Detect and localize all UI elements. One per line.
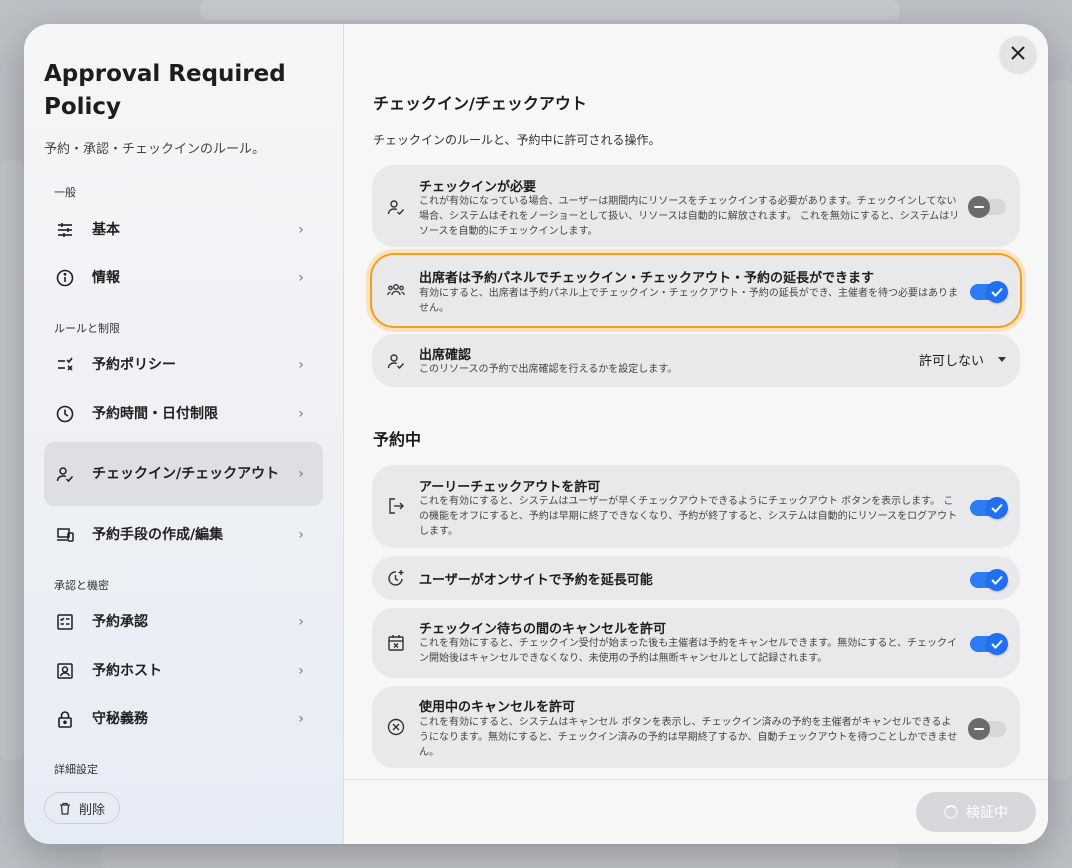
cancel-awaiting-toggle[interactable] (970, 633, 1008, 655)
chevron-right-icon: › (298, 663, 304, 679)
sidebar-item-label: 予約時間・日付制限 (92, 405, 218, 422)
chevron-right-icon: › (298, 406, 304, 422)
delete-label: 削除 (79, 802, 106, 818)
toggle-off-knob (968, 196, 990, 218)
setting-card-cancel-awaiting: チェックイン待ちの間のキャンセルを許可 これを有効にすると、チェックイン受付が始… (372, 608, 1020, 678)
select-value: 許可しない (918, 354, 984, 369)
sidebar-item-label: チェックイン/チェックアウト (92, 465, 280, 482)
setting-description: これを有効にすると、チェックイン受付が始まった後も主催者は予約をキャンセルできま… (419, 638, 957, 664)
policy-title: Approval Required Policy (44, 61, 286, 120)
attendee-panel-toggle[interactable] (970, 281, 1008, 303)
sidebar-item-label: 予約手段の作成/編集 (92, 526, 224, 543)
section-label-general: 一般 (54, 186, 76, 199)
check-icon (986, 633, 1008, 655)
devices-icon (54, 524, 76, 546)
close-icon (1011, 45, 1025, 64)
setting-title: ユーザーがオンサイトで予約を延長可能 (419, 573, 653, 588)
chevron-right-icon: › (298, 614, 304, 630)
sidebar-item-booking-approval[interactable]: 予約承認 › (44, 604, 323, 640)
sliders-icon (54, 219, 76, 241)
sidebar-item-booking-policy[interactable]: 予約ポリシー › (44, 347, 323, 383)
sidebar-item-confidentiality[interactable]: 守秘義務 › (44, 701, 323, 737)
setting-card-early-checkout: アーリーチェックアウトを許可 これを有効にすると、システムはユーザーが早くチェッ… (372, 465, 1020, 548)
chevron-right-icon: › (298, 357, 304, 373)
setting-title: アーリーチェックアウトを許可 (419, 480, 601, 495)
person-check-icon (386, 197, 406, 217)
setting-card-attendee-panel: 出席者は予約パネルでチェックイン・チェックアウト・予約の延長ができます 有効にす… (372, 255, 1020, 326)
sidebar-item-booking-methods[interactable]: 予約手段の作成/編集 › (44, 517, 323, 553)
approval-icon (54, 611, 76, 633)
setting-description: これが有効になっている場合、ユーザーは期間内にリソースをチェックインする必要があ… (419, 196, 960, 237)
attendance-confirm-select[interactable]: 許可しない (919, 350, 1006, 369)
setting-description: これを有効にすると、システムはユーザーが早くチェックアウトできるようにチェックア… (419, 496, 958, 537)
group-icon (386, 280, 406, 300)
chevron-right-icon: › (298, 270, 304, 286)
policy-modal: Approval Required Policy 予約・承認・チェックインのルー… (24, 24, 1048, 844)
clock-icon (54, 403, 76, 425)
setting-title: 出席者は予約パネルでチェックイン・チェックアウト・予約の延長ができます (419, 271, 875, 286)
setting-title: 出席確認 (419, 348, 472, 363)
checkin-required-toggle[interactable] (968, 196, 1006, 218)
sidebar-item-info[interactable]: 情報 › (44, 260, 323, 296)
setting-description: 有効にすると、出席者は予約パネル上でチェックイン・チェックアウト・予約の延長がで… (419, 288, 958, 314)
cancel-in-use-toggle[interactable] (968, 718, 1006, 740)
sidebar-item-label: 情報 (92, 269, 120, 286)
circle-x-icon (386, 717, 406, 737)
spinner-icon (944, 805, 958, 819)
caret-down-icon (998, 357, 1006, 362)
setting-title: チェックイン待ちの間のキャンセルを許可 (419, 622, 667, 637)
clock-plus-icon (386, 568, 406, 588)
sidebar-item-label: 基本 (92, 221, 120, 238)
setting-description: これを有効にすると、システムはキャンセル ボタンを表示し、チェックイン済みの予約… (419, 717, 958, 758)
section-title-checkin: チェックイン/チェックアウト (373, 94, 587, 113)
lock-icon (54, 708, 76, 730)
delete-button[interactable]: 削除 (44, 792, 121, 824)
setting-description: このリソースの予約で出席確認を行えるかを設定します。 (419, 364, 678, 375)
section-label-rules: ルールと制限 (54, 322, 120, 335)
section-label-advanced: 詳細設定 (54, 763, 98, 776)
sidebar-item-checkin-checkout[interactable]: チェックイン/チェックアウト › (44, 442, 323, 506)
onsite-extend-toggle[interactable] (970, 569, 1008, 591)
chevron-right-icon: › (298, 527, 304, 543)
info-icon (54, 267, 76, 289)
check-icon (986, 497, 1008, 519)
section-title-during-booking: 予約中 (373, 430, 422, 449)
sidebar: Approval Required Policy 予約・承認・チェックインのルー… (24, 24, 344, 844)
calendar-x-icon (386, 633, 406, 653)
section-label-approval: 承認と機密 (54, 579, 109, 592)
close-button[interactable] (1000, 36, 1036, 72)
setting-title: チェックインが必要 (419, 180, 537, 195)
toggle-off-knob (968, 718, 990, 740)
setting-card-checkin-required: チェックインが必要 これが有効になっている場合、ユーザーは期間内にリソースをチェ… (372, 165, 1020, 247)
logout-icon (386, 496, 406, 516)
sidebar-item-label: 守秘義務 (92, 710, 148, 727)
verify-button[interactable]: 検証中 (916, 792, 1036, 832)
person-check-icon (386, 351, 406, 371)
sidebar-item-label: 予約ホスト (92, 662, 162, 679)
setting-card-cancel-in-use: 使用中のキャンセルを許可 これを有効にすると、システムはキャンセル ボタンを表示… (372, 686, 1020, 768)
sidebar-item-label: 予約ポリシー (92, 356, 176, 373)
verify-label: 検証中 (966, 805, 1008, 821)
section-description-checkin: チェックインのルールと、予約中に許可される操作。 (373, 133, 661, 147)
chevron-right-icon: › (298, 466, 304, 482)
sidebar-item-time-limits[interactable]: 予約時間・日付制限 › (44, 396, 323, 432)
trash-icon (59, 802, 71, 815)
check-icon (986, 281, 1008, 303)
footer: 検証中 (344, 779, 1048, 844)
policy-subtitle: 予約・承認・チェックインのルール。 (44, 142, 266, 157)
setting-card-attendance-confirm: 出席確認 このリソースの予約で出席確認を行えるかを設定します。 許可しない (372, 334, 1020, 387)
person-check-icon (54, 463, 76, 485)
sidebar-item-booking-host[interactable]: 予約ホスト › (44, 653, 323, 689)
main-content[interactable]: チェックイン/チェックアウト チェックインのルールと、予約中に許可される操作。 … (344, 24, 1048, 779)
chevron-right-icon: › (298, 222, 304, 238)
host-icon (54, 660, 76, 682)
checklist-icon (54, 354, 76, 376)
sidebar-item-basic[interactable]: 基本 › (44, 212, 323, 248)
check-icon (986, 569, 1008, 591)
setting-title: 使用中のキャンセルを許可 (419, 700, 576, 715)
early-checkout-toggle[interactable] (970, 497, 1008, 519)
sidebar-item-label: 予約承認 (92, 613, 148, 630)
chevron-right-icon: › (298, 711, 304, 727)
setting-card-onsite-extend: ユーザーがオンサイトで予約を延長可能 (372, 556, 1020, 600)
